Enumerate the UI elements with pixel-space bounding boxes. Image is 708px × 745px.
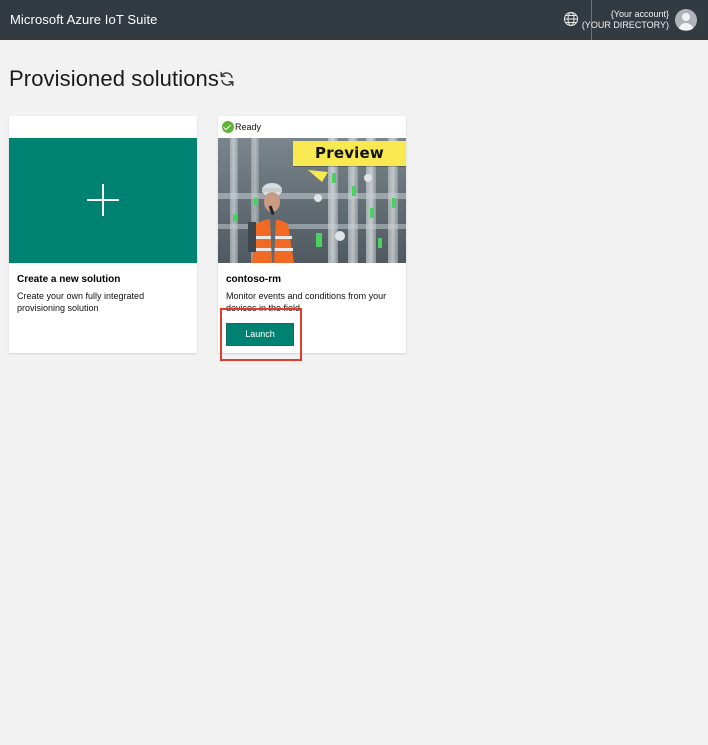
solution-title: contoso-rm	[226, 274, 281, 285]
account-directory: (YOUR DIRECTORY)	[581, 20, 669, 30]
launch-button[interactable]: Launch	[226, 323, 294, 346]
create-solution-card[interactable]: Create a new solution Create your own fu…	[9, 116, 197, 353]
status-label: Ready	[235, 122, 262, 132]
top-navigation-bar: Microsoft Azure IoT Suite {Your account}…	[0, 0, 708, 40]
preview-banner: Preview	[293, 141, 406, 166]
create-solution-title: Create a new solution	[17, 274, 121, 285]
app-title[interactable]: Microsoft Azure IoT Suite	[10, 12, 158, 27]
solution-description: Monitor events and conditions from your …	[226, 291, 387, 313]
ready-check-icon	[222, 121, 234, 133]
plus-icon	[87, 184, 119, 216]
preview-label: Preview	[315, 144, 384, 162]
solution-card-contoso-rm[interactable]: Ready Preview contoso-rm Monitor events …	[218, 116, 406, 353]
globe-icon[interactable]	[563, 11, 579, 27]
avatar-icon[interactable]	[675, 9, 697, 31]
create-solution-description: Create your own fully integrated provisi…	[17, 291, 145, 313]
create-solution-tile[interactable]	[9, 138, 197, 263]
person-icon	[678, 13, 694, 30]
solution-thumbnail: Preview	[218, 138, 406, 263]
account-name: {Your account}	[610, 9, 669, 19]
page-title-wrap: Provisioned solutions	[9, 66, 219, 92]
account-menu[interactable]: {Your account} (YOUR DIRECTORY)	[582, 9, 669, 31]
refresh-icon[interactable]	[218, 70, 236, 88]
page-title: Provisioned solutions	[9, 66, 219, 91]
